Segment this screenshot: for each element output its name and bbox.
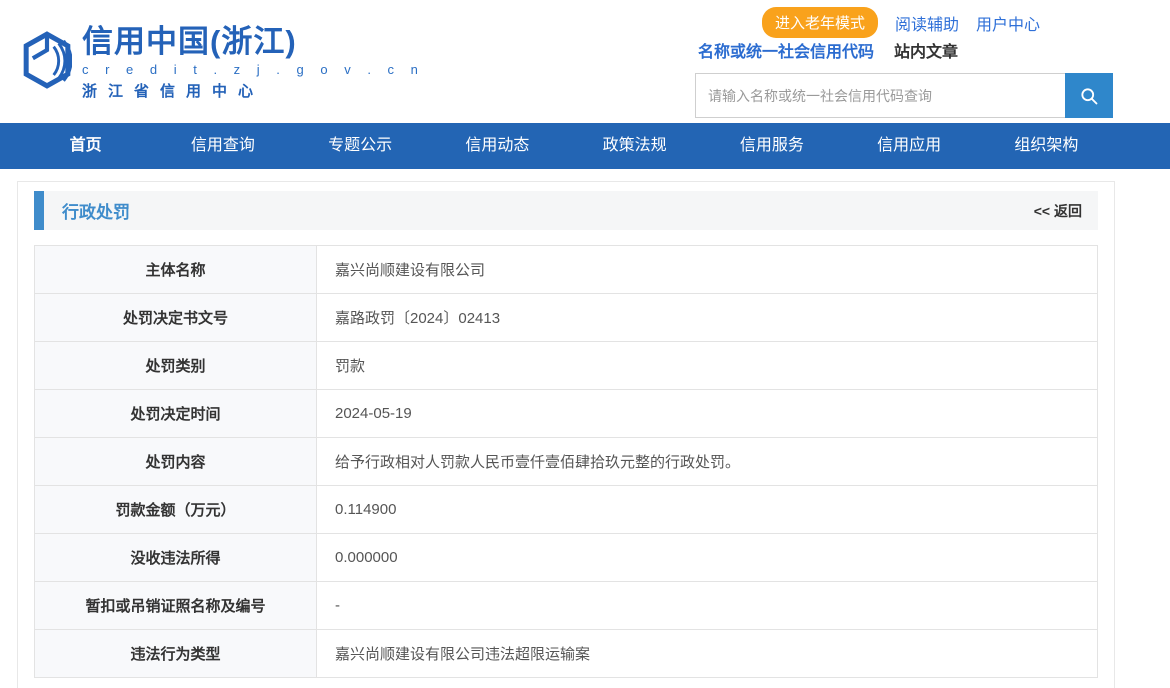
row-value-violation-type: 嘉兴尚顺建设有限公司违法超限运输案	[317, 630, 1098, 678]
brand-text: 信用中国(浙江) c r e d i t . z j . g o v . c n…	[82, 24, 424, 101]
section-accent-bar	[34, 191, 44, 230]
brand-logo-icon	[22, 30, 72, 90]
row-value-fine-amount: 0.114900	[317, 486, 1098, 534]
nav-item-credit-query[interactable]: 信用查询	[154, 123, 291, 169]
reading-aid-link[interactable]: 阅读辅助	[895, 11, 959, 35]
row-value-subject-name: 嘉兴尚顺建设有限公司	[317, 246, 1098, 294]
tab-credit-code-search[interactable]: 名称或统一社会信用代码	[698, 38, 874, 62]
row-label-penalty-category: 处罚类别	[35, 342, 317, 390]
tab-site-articles[interactable]: 站内文章	[894, 38, 958, 62]
site-subtitle: 浙江省信用中心	[82, 80, 424, 101]
table-row: 违法行为类型 嘉兴尚顺建设有限公司违法超限运输案	[35, 630, 1098, 678]
table-row: 处罚决定时间 2024-05-19	[35, 390, 1098, 438]
row-value-confiscated-gains: 0.000000	[317, 534, 1098, 582]
search-button[interactable]	[1065, 73, 1113, 118]
table-row: 处罚内容 给予行政相对人罚款人民币壹仟壹佰肆拾玖元整的行政处罚。	[35, 438, 1098, 486]
search-input[interactable]	[695, 73, 1065, 118]
content-panel: 行政处罚 << 返回 主体名称 嘉兴尚顺建设有限公司 处罚决定书文号 嘉路政罚〔…	[17, 181, 1115, 688]
nav-item-credit-services[interactable]: 信用服务	[703, 123, 840, 169]
site-title: 信用中国(浙江)	[82, 24, 424, 60]
main-nav: 首页 信用查询 专题公示 信用动态 政策法规 信用服务 信用应用 组织架构	[0, 123, 1170, 169]
nav-item-home[interactable]: 首页	[17, 123, 154, 169]
row-value-penalty-category: 罚款	[317, 342, 1098, 390]
row-label-confiscated-gains: 没收违法所得	[35, 534, 317, 582]
nav-item-credit-news[interactable]: 信用动态	[429, 123, 566, 169]
nav-item-special-publicity[interactable]: 专题公示	[292, 123, 429, 169]
table-row: 没收违法所得 0.000000	[35, 534, 1098, 582]
table-row: 主体名称 嘉兴尚顺建设有限公司	[35, 246, 1098, 294]
section-header: 行政处罚 << 返回	[34, 191, 1098, 230]
row-label-decision-date: 处罚决定时间	[35, 390, 317, 438]
nav-item-policies[interactable]: 政策法规	[566, 123, 703, 169]
nav-item-organization[interactable]: 组织架构	[978, 123, 1115, 169]
search-bar	[695, 73, 1113, 118]
table-row: 处罚决定书文号 嘉路政罚〔2024〕02413	[35, 294, 1098, 342]
brand-logo[interactable]: 信用中国(浙江) c r e d i t . z j . g o v . c n…	[22, 24, 424, 101]
nav-item-credit-applications[interactable]: 信用应用	[841, 123, 978, 169]
row-label-license-suspension: 暂扣或吊销证照名称及编号	[35, 582, 317, 630]
row-label-violation-type: 违法行为类型	[35, 630, 317, 678]
row-label-fine-amount: 罚款金额（万元）	[35, 486, 317, 534]
elder-mode-button[interactable]: 进入老年模式	[762, 7, 878, 38]
search-tabs: 名称或统一社会信用代码 站内文章	[698, 38, 958, 62]
table-row: 暂扣或吊销证照名称及编号 -	[35, 582, 1098, 630]
penalty-detail-table: 主体名称 嘉兴尚顺建设有限公司 处罚决定书文号 嘉路政罚〔2024〕02413 …	[34, 245, 1098, 678]
page-title: 行政处罚	[62, 198, 130, 223]
table-row: 罚款金额（万元） 0.114900	[35, 486, 1098, 534]
row-value-penalty-content: 给予行政相对人罚款人民币壹仟壹佰肆拾玖元整的行政处罚。	[317, 438, 1098, 486]
site-domain: c r e d i t . z j . g o v . c n	[82, 62, 424, 77]
back-link[interactable]: << 返回	[1034, 201, 1082, 221]
row-label-subject-name: 主体名称	[35, 246, 317, 294]
table-row: 处罚类别 罚款	[35, 342, 1098, 390]
row-value-decision-doc-number: 嘉路政罚〔2024〕02413	[317, 294, 1098, 342]
user-center-link[interactable]: 用户中心	[976, 11, 1040, 35]
row-value-license-suspension: -	[317, 582, 1098, 630]
site-header: 信用中国(浙江) c r e d i t . z j . g o v . c n…	[0, 0, 1170, 123]
row-label-penalty-content: 处罚内容	[35, 438, 317, 486]
search-icon	[1079, 86, 1099, 106]
row-label-decision-doc-number: 处罚决定书文号	[35, 294, 317, 342]
row-value-decision-date: 2024-05-19	[317, 390, 1098, 438]
top-utility-links: 进入老年模式 阅读辅助 用户中心	[762, 7, 1040, 38]
main-nav-inner: 首页 信用查询 专题公示 信用动态 政策法规 信用服务 信用应用 组织架构	[17, 123, 1115, 169]
